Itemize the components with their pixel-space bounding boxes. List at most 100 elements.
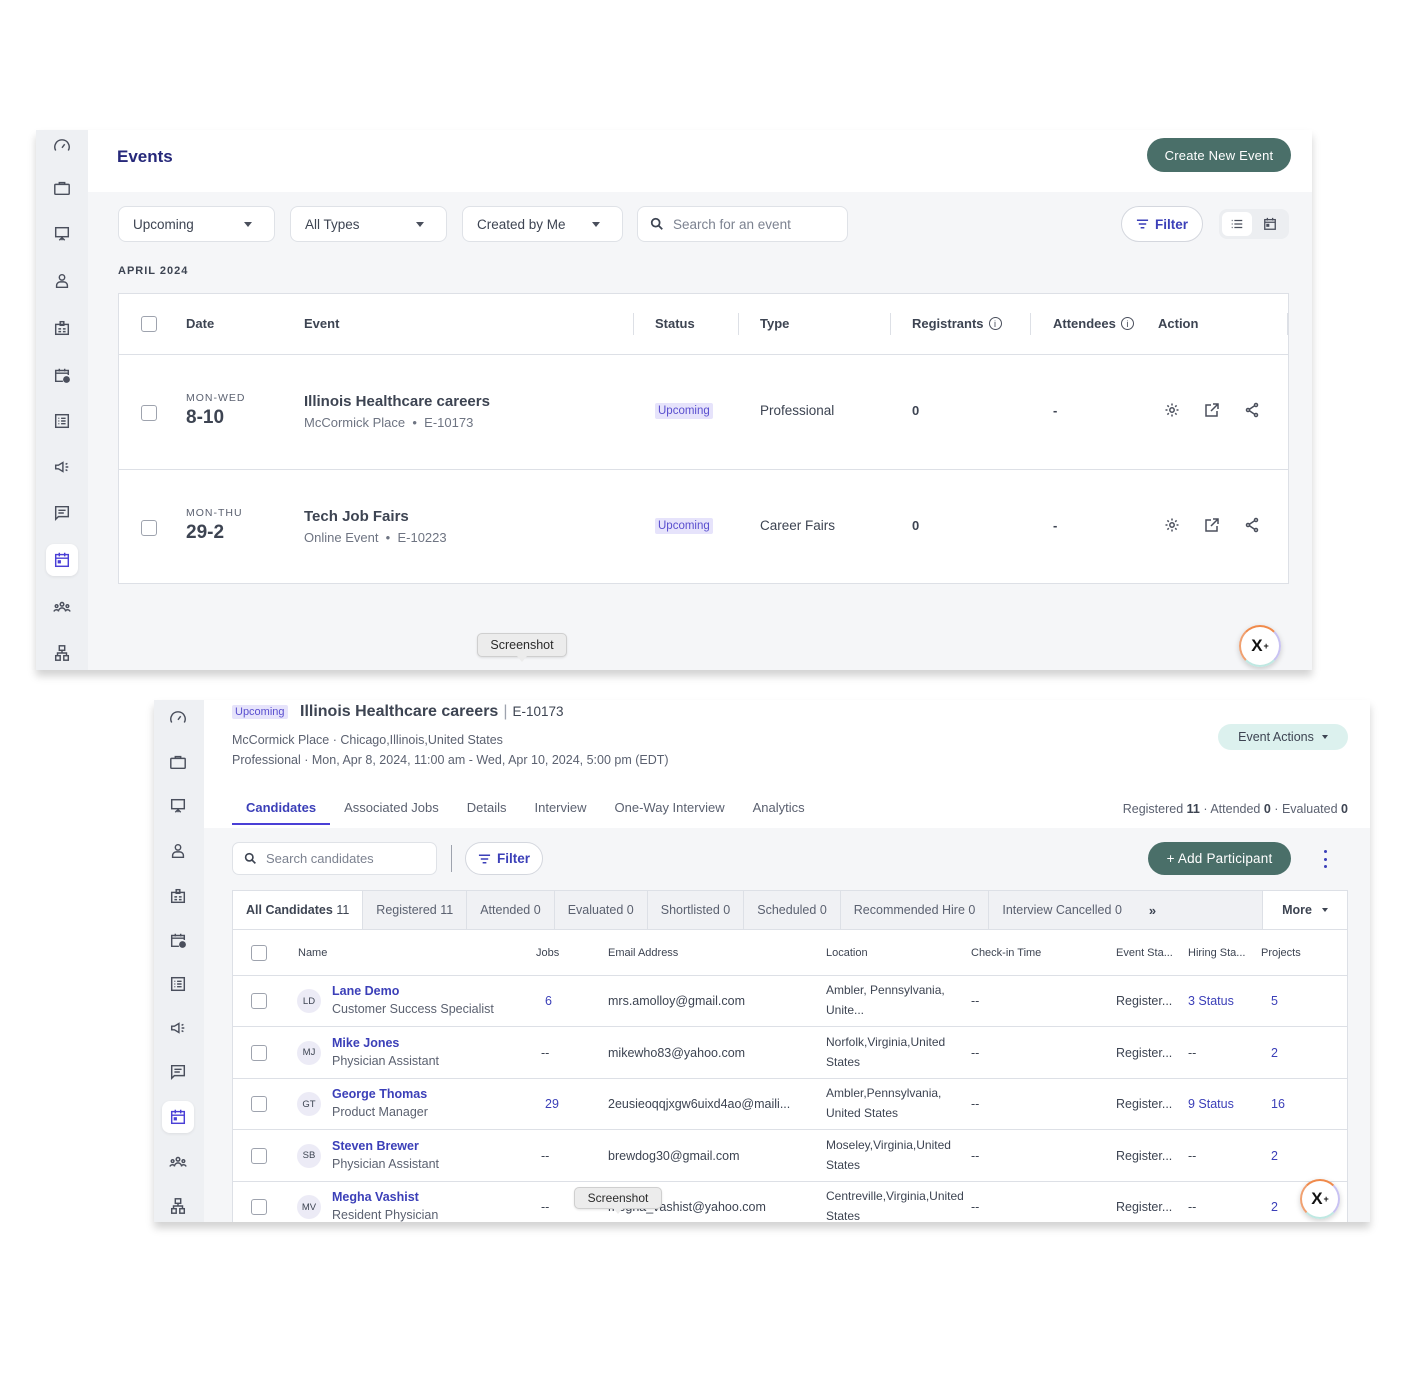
jobs-count[interactable]: 29 (545, 1097, 559, 1111)
column-location[interactable]: Location (826, 947, 868, 959)
column-status[interactable]: Status (655, 316, 695, 331)
open-external-button[interactable] (1204, 517, 1220, 533)
row-checkbox[interactable] (251, 1096, 267, 1112)
column-event[interactable]: Event (304, 316, 339, 331)
candidate-row[interactable]: SB Steven Brewer Physician Assistant -- brew… (233, 1131, 1347, 1182)
sidebar-item-messages[interactable] (46, 497, 78, 529)
event-search-input[interactable]: Search for an event (637, 206, 848, 242)
sidebar-item-campaigns[interactable] (162, 1012, 194, 1044)
create-new-event-button[interactable]: Create New Event (1147, 138, 1291, 172)
column-projects[interactable]: Projects (1261, 947, 1301, 959)
row-checkbox[interactable] (251, 1147, 267, 1164)
info-icon[interactable]: i (988, 317, 1002, 330)
row-checkbox[interactable] (141, 520, 157, 536)
candidate-name[interactable]: George Thomas (332, 1087, 427, 1101)
projects-count[interactable]: 16 (1271, 1097, 1285, 1111)
sidebar-item-candidates[interactable] (46, 265, 78, 297)
calendar-view-button[interactable] (1255, 212, 1285, 236)
sidebar-item-lists[interactable] (162, 968, 194, 1000)
owner-dropdown[interactable]: Created by Me (462, 206, 623, 242)
filter-button[interactable]: Filter (1121, 206, 1203, 242)
list-view-button[interactable] (1222, 212, 1252, 236)
status-tab-interview-cancelled[interactable]: Interview Cancelled 0 (989, 891, 1135, 929)
candidate-filter-button[interactable]: Filter (465, 842, 543, 875)
sidebar-item-candidates[interactable] (162, 835, 194, 867)
sidebar-item-lists[interactable] (46, 405, 78, 437)
share-button[interactable] (1244, 517, 1260, 533)
status-tab-all-candidates[interactable]: All Candidates 11 (233, 891, 364, 929)
candidate-row[interactable]: MJ Mike Jones Physician Assistant -- mikewho… (233, 1028, 1347, 1079)
scroll-tabs-button[interactable]: » (1135, 891, 1170, 929)
event-actions-dropdown[interactable]: Event Actions (1218, 724, 1348, 750)
status-tab-evaluated[interactable]: Evaluated 0 (555, 891, 648, 929)
sidebar-item-presentations[interactable] (162, 790, 194, 822)
sidebar-item-jobs[interactable] (162, 746, 194, 778)
column-email[interactable]: Email Address (608, 947, 678, 959)
row-checkbox[interactable] (141, 405, 157, 421)
settings-button[interactable] (1164, 517, 1180, 533)
event-row[interactable]: MON-THU 29-2 Tech Job Fairs Online Event… (119, 470, 1288, 585)
candidate-name[interactable]: Steven Brewer (332, 1139, 419, 1153)
sidebar-item-presentations[interactable] (46, 218, 78, 250)
column-checkin-time[interactable]: Check-in Time (971, 947, 1041, 959)
status-tab-attended[interactable]: Attended 0 (467, 891, 555, 929)
column-type[interactable]: Type (760, 316, 789, 331)
sidebar-item-messages[interactable] (162, 1056, 194, 1088)
column-registrants[interactable]: Registrants i (912, 316, 1002, 331)
settings-button[interactable] (1164, 402, 1180, 418)
sidebar-item-teams[interactable] (162, 1146, 194, 1178)
column-hiring-status[interactable]: Hiring Sta... (1188, 947, 1245, 959)
tab-analytics[interactable]: Analytics (739, 800, 819, 825)
candidate-name[interactable]: Lane Demo (332, 984, 399, 998)
projects-count[interactable]: 2 (1271, 1200, 1278, 1214)
info-icon[interactable]: i (1120, 317, 1134, 330)
tab-interview[interactable]: Interview (521, 800, 601, 825)
more-options-icon[interactable] (1322, 850, 1328, 868)
column-date[interactable]: Date (186, 316, 214, 331)
sidebar-item-events[interactable] (46, 544, 78, 576)
tab-candidates[interactable]: Candidates (232, 800, 331, 825)
select-all-checkbox[interactable] (141, 316, 157, 332)
status-tab-recommended-hire[interactable]: Recommended Hire 0 (841, 891, 990, 929)
status-tab-scheduled[interactable]: Scheduled 0 (744, 891, 841, 929)
sidebar-item-org-chart[interactable] (46, 637, 78, 669)
column-name[interactable]: Name (298, 947, 327, 959)
row-checkbox[interactable] (251, 1199, 267, 1215)
open-external-button[interactable] (1204, 402, 1220, 418)
sidebar-item-schedule[interactable] (162, 924, 194, 956)
add-participant-button[interactable]: + Add Participant (1148, 842, 1291, 875)
candidate-row[interactable]: GT George Thomas Product Manager 29 2eusieoq… (233, 1079, 1347, 1130)
select-all-checkbox[interactable] (251, 945, 267, 961)
sidebar-item-campaigns[interactable] (46, 451, 78, 483)
share-button[interactable] (1244, 402, 1260, 418)
row-checkbox[interactable] (251, 1044, 267, 1061)
event-name[interactable]: Illinois Healthcare careers (304, 393, 490, 410)
sidebar-item-dashboard[interactable] (46, 130, 78, 162)
more-tabs-dropdown[interactable]: More (1262, 891, 1347, 929)
candidate-row[interactable]: MV Megha Vashist Resident Physician -- megha… (233, 1182, 1347, 1222)
column-event-status[interactable]: Event Sta... (1116, 947, 1173, 959)
sidebar-item-schedule[interactable] (46, 359, 78, 391)
assistant-fab-button[interactable]: X + (1300, 1179, 1340, 1219)
sidebar-item-id-cards[interactable] (162, 880, 194, 912)
event-name[interactable]: Tech Job Fairs (304, 508, 409, 525)
assistant-fab-button[interactable]: X + (1239, 625, 1281, 667)
sidebar-item-jobs[interactable] (46, 172, 78, 204)
tab-associated-jobs[interactable]: Associated Jobs (330, 800, 453, 825)
candidate-row[interactable]: LD Lane Demo Customer Success Specialist 6 m… (233, 976, 1347, 1027)
event-row[interactable]: MON-WED 8-10 Illinois Healthcare careers… (119, 355, 1288, 470)
jobs-count[interactable]: 6 (545, 994, 552, 1008)
hiring-status[interactable]: 3 Status (1188, 994, 1234, 1008)
projects-count[interactable]: 2 (1271, 1149, 1278, 1163)
sidebar-item-events[interactable] (162, 1101, 194, 1133)
projects-count[interactable]: 2 (1271, 1046, 1278, 1060)
timeframe-dropdown[interactable]: Upcoming (118, 206, 275, 242)
sidebar-item-teams[interactable] (46, 591, 78, 623)
column-jobs[interactable]: Jobs (536, 947, 559, 959)
projects-count[interactable]: 5 (1271, 994, 1278, 1008)
column-attendees[interactable]: Attendees i (1053, 316, 1134, 331)
type-dropdown[interactable]: All Types (290, 206, 447, 242)
hiring-status[interactable]: 9 Status (1188, 1097, 1234, 1111)
tab-details[interactable]: Details (453, 800, 521, 825)
candidate-name[interactable]: Mike Jones (332, 1036, 399, 1050)
